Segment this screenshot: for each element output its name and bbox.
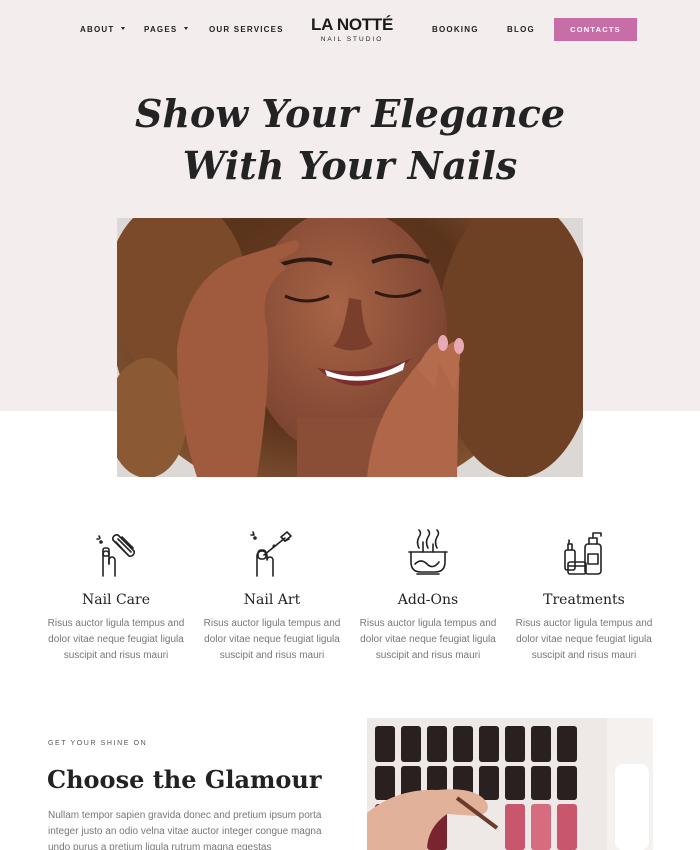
chevron-down-icon bbox=[121, 27, 126, 31]
nail-polish-bottles-image bbox=[367, 718, 653, 850]
nail-polish-brush-icon bbox=[247, 528, 297, 578]
feature-description: Risus auctor ligula tempus and dolor vit… bbox=[203, 618, 341, 661]
smiling-woman-image bbox=[117, 218, 583, 477]
nail-file-icon bbox=[91, 528, 141, 578]
soak-bowl-icon bbox=[403, 528, 453, 578]
nail-polish-photo bbox=[367, 718, 653, 850]
feature-description: Risus auctor ligula tempus and dolor vit… bbox=[515, 618, 653, 661]
feature-description: Risus auctor ligula tempus and dolor vit… bbox=[359, 618, 497, 661]
nav-our-services[interactable]: Our Services bbox=[209, 25, 284, 34]
nav-blog[interactable]: Blog bbox=[507, 25, 535, 34]
feature-title: Treatments bbox=[543, 592, 625, 608]
feature-description: Risus auctor ligula tempus and dolor vit… bbox=[47, 618, 185, 661]
nav-about[interactable]: About bbox=[80, 25, 126, 34]
feature-title: Nail Art bbox=[243, 592, 301, 608]
feature-title: Add-Ons bbox=[397, 592, 459, 608]
feature-nail-care: Nail Care Risus auctor ligula tempus and… bbox=[46, 528, 186, 664]
hero-title-line-1: Show Your Elegance bbox=[134, 91, 566, 136]
feature-add-ons: Add-Ons Risus auctor ligula tempus and d… bbox=[358, 528, 498, 664]
site-logo[interactable]: LA NOTTÉ NAIL STUDIO bbox=[300, 15, 404, 44]
logo-tagline: NAIL STUDIO bbox=[320, 36, 384, 43]
feature-treatments: Treatments Risus auctor ligula tempus an… bbox=[514, 528, 654, 664]
feature-title: Nail Care bbox=[81, 592, 151, 608]
logo-wordmark: LA NOTTÉ bbox=[311, 15, 393, 34]
hero-title-line-2: With Your Nails bbox=[182, 143, 518, 188]
contacts-button[interactable]: Contacts bbox=[554, 18, 637, 41]
chevron-down-icon bbox=[184, 27, 189, 31]
hero-title: Show Your Elegance With Your Nails bbox=[0, 88, 700, 192]
section-eyebrow: Get your shine on bbox=[48, 740, 148, 747]
main-navigation: About Pages Our Services LA NOTTÉ NAIL S… bbox=[0, 0, 700, 60]
section-text: Nullam tempor sapien gravida donec and p… bbox=[48, 810, 322, 850]
nav-booking[interactable]: Booking bbox=[432, 25, 479, 34]
feature-nail-art: Nail Art Risus auctor ligula tempus and … bbox=[202, 528, 342, 664]
nav-about-label: About bbox=[80, 25, 115, 34]
section-title: Choose the Glamour bbox=[47, 765, 322, 794]
hero-photo bbox=[117, 218, 583, 477]
nav-pages[interactable]: Pages bbox=[144, 25, 189, 34]
nav-pages-label: Pages bbox=[144, 25, 178, 34]
cosmetic-bottles-icon bbox=[559, 528, 609, 578]
